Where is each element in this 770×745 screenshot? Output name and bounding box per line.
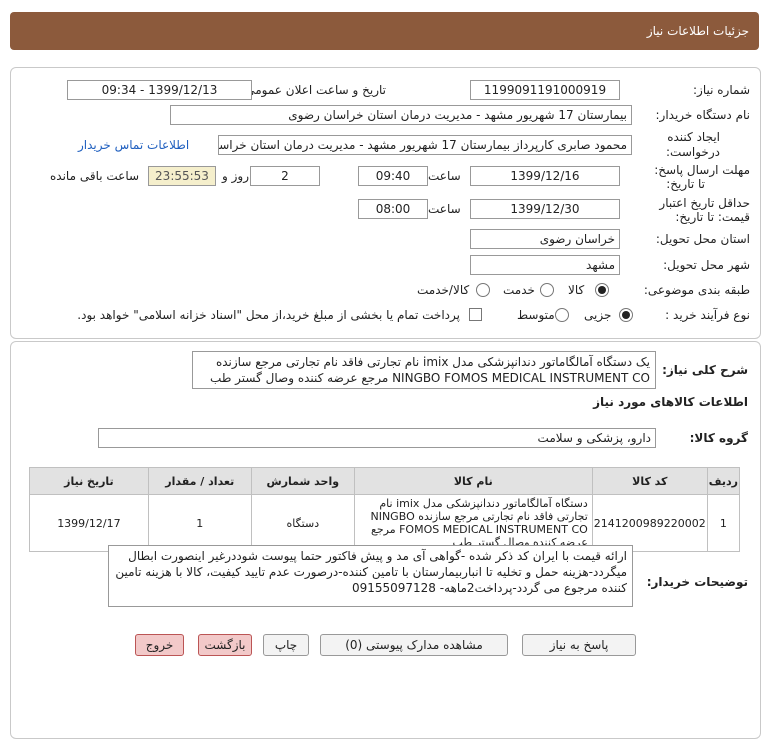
back-button[interactable]: بازگشت (198, 634, 252, 656)
need-number-label: شماره نیاز: (693, 83, 750, 97)
goods-group-label: گروه کالا: (689, 431, 748, 445)
deadline-time-field: 09:40 (358, 166, 428, 186)
attachments-button[interactable]: مشاهده مدارک پیوستی (0) (320, 634, 508, 656)
city-field: مشهد (470, 255, 620, 275)
col-name-header: نام کالا (353, 467, 593, 495)
process-label: نوع فرآیند خرید : (665, 308, 750, 322)
deadline-label-1: مهلت ارسال پاسخ: (654, 163, 750, 177)
remaining-timer: 23:55:53 (148, 166, 216, 186)
days-field: 2 (250, 166, 320, 186)
exit-button[interactable]: خروج (135, 634, 184, 656)
goods-table: ردیف کد کالا نام کالا واحد شمارش تعداد /… (29, 467, 741, 552)
summary-label: شرح کلی نیاز: (662, 363, 748, 377)
category-radio-both[interactable] (476, 283, 490, 297)
col-qty-header: تعداد / مقدار (147, 467, 252, 495)
validity-label-2: قیمت: تا تاریخ: (675, 210, 750, 224)
process-radio-minor[interactable] (619, 308, 633, 322)
deadline-label-2: تا تاریخ: (666, 177, 705, 191)
print-button[interactable]: چاپ (263, 634, 309, 656)
buyer-field: بیمارستان 17 شهریور مشهد - مدیریت درمان … (170, 105, 632, 125)
qty-cell: 1 (147, 494, 252, 552)
col-unit-header: واحد شمارش (250, 467, 355, 495)
process-radio-medium[interactable] (555, 308, 569, 322)
summary-field: یک دستگاه آمالگاماتور دندانپزشکی مدل imi… (192, 351, 656, 389)
creator-label-2: درخواست: (666, 145, 720, 159)
code-cell: 2141200989220002 (591, 494, 708, 552)
buyer-contact-link[interactable]: اطلاعات تماس خریدار (78, 138, 189, 152)
validity-label-1: حداقل تاریخ اعتبار (659, 196, 750, 210)
page-title: جزئیات اطلاعات نیاز (646, 24, 749, 38)
validity-time-field: 08:00 (358, 199, 428, 219)
category-radio-service[interactable] (540, 283, 554, 297)
treasury-payment-note: پرداخت تمام یا بخشی از مبلغ خرید،از محل … (77, 308, 460, 322)
validity-time-label: ساعت (428, 202, 461, 216)
date-cell: 1399/12/17 (29, 494, 149, 552)
validity-date-field: 1399/12/30 (470, 199, 620, 219)
deadline-time-label: ساعت (428, 169, 461, 183)
province-label: استان محل تحویل: (655, 232, 750, 246)
table-row: 1 2141200989220002 دستگاه آمالگاماتور دن… (29, 494, 741, 552)
city-label: شهر محل تحویل: (663, 258, 750, 272)
province-field: خراسان رضوی (470, 229, 620, 249)
category-option-service: خدمت (503, 283, 535, 297)
process-option-medium: متوسط (517, 308, 555, 322)
need-number-field: 1199091191000919 (470, 80, 620, 100)
page-header: جزئیات اطلاعات نیاز (10, 12, 759, 50)
buyer-notes-label: توضیحات خریدار: (646, 575, 748, 589)
buyer-notes-field: ارائه قیمت با ایران کد ذکر شده -گواهی آی… (108, 545, 633, 607)
col-row-header: ردیف (706, 467, 741, 495)
days-label: روز و (222, 169, 249, 183)
col-date-header: تاریخ نیاز (29, 467, 149, 495)
category-label: طبقه بندی موضوعی: (643, 283, 750, 297)
unit-cell: دستگاه (250, 494, 355, 552)
buyer-label: نام دستگاه خریدار: (655, 108, 751, 122)
reply-button[interactable]: پاسخ به نیاز (522, 634, 636, 656)
category-option-goods: کالا (568, 283, 585, 297)
deadline-date-field: 1399/12/16 (470, 166, 620, 186)
col-code-header: کد کالا (591, 467, 708, 495)
row-number-cell: 1 (706, 494, 741, 552)
process-option-minor: جزیی (584, 308, 612, 322)
goods-group-field: دارو، پزشکی و سلامت (98, 428, 656, 448)
creator-label-1: ایجاد کننده (667, 130, 720, 144)
announce-field: 1399/12/13 - 09:34 (67, 80, 252, 100)
name-cell: دستگاه آمالگاماتور دندانپزشکی مدل imix ن… (353, 494, 593, 552)
category-option-both: کالا/خدمت (417, 283, 470, 297)
creator-field: محمود صابری کارپرداز بیمارستان 17 شهریور… (218, 135, 632, 155)
category-radio-goods[interactable] (595, 283, 609, 297)
goods-info-title: اطلاعات کالاهای مورد نیاز (593, 395, 748, 409)
announce-label: تاریخ و ساعت اعلان عمومی: (241, 83, 386, 97)
remaining-label: ساعت باقی مانده (50, 169, 140, 183)
treasury-payment-checkbox[interactable] (469, 308, 482, 321)
